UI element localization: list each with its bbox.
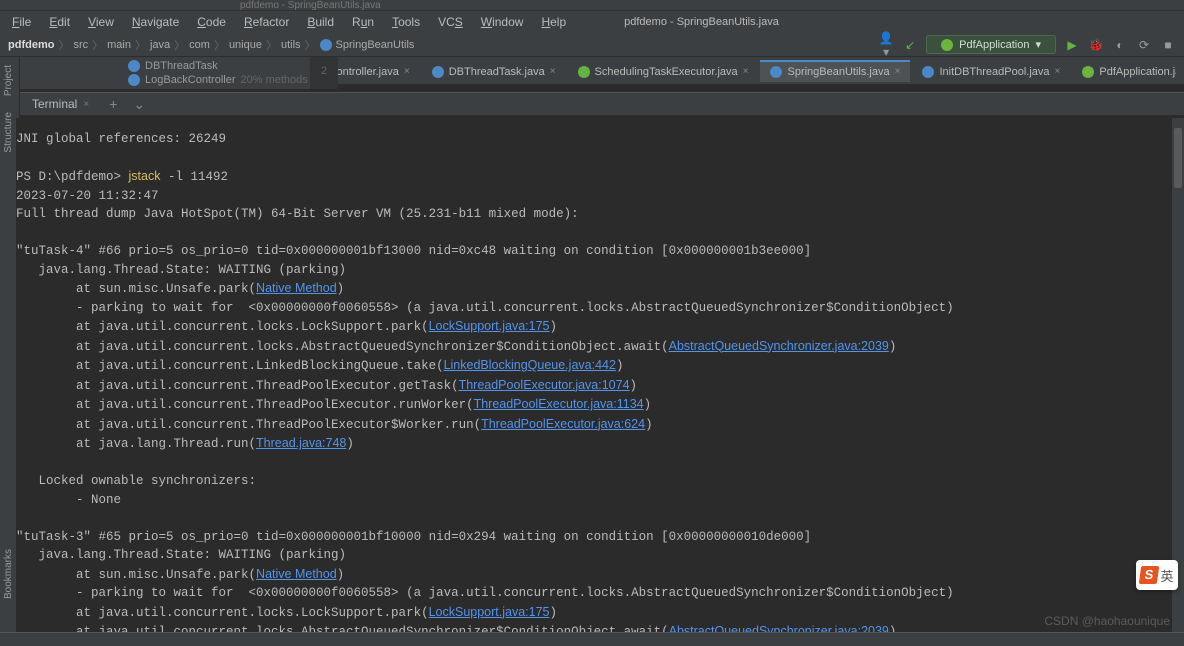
spring-icon	[941, 39, 953, 51]
project-tree[interactable]: DBThreadTask LogBackController 20% metho…	[20, 57, 320, 89]
close-icon[interactable]: ×	[1055, 66, 1061, 77]
file-icon	[432, 66, 444, 78]
chevron-down-icon: ▾	[1035, 38, 1041, 51]
crumb[interactable]: main	[107, 39, 131, 51]
crumb[interactable]: unique	[229, 39, 262, 51]
ime-lang: 英	[1160, 566, 1173, 585]
class-icon	[320, 39, 332, 51]
crumb[interactable]: utils	[281, 39, 301, 51]
crumb[interactable]: java	[150, 39, 170, 51]
file-icon	[770, 66, 782, 78]
stack-link[interactable]: ThreadPoolExecutor.java:624	[481, 417, 645, 431]
crumb[interactable]: SpringBeanUtils	[336, 39, 415, 51]
hammer-icon[interactable]: ↙	[902, 38, 918, 52]
menu-tools[interactable]: Tools	[384, 13, 428, 31]
menu-build[interactable]: Build	[299, 13, 342, 31]
coverage-icon[interactable]: ◐	[1112, 38, 1128, 52]
menu-context-title: pdfdemo - SpringBeanUtils.java	[616, 14, 787, 30]
run-icon[interactable]: ▶	[1064, 38, 1080, 52]
terminal-output[interactable]: JNI global references: 26249 PS D:\pdfde…	[16, 118, 1180, 632]
stack-link[interactable]: Thread.java:748	[256, 436, 346, 450]
run-config-label: PdfApplication	[959, 39, 1029, 51]
stack-link[interactable]: AbstractQueuedSynchronizer.java:2039	[669, 339, 889, 353]
profile-icon[interactable]: ⟳	[1136, 38, 1152, 52]
terminal-tab[interactable]: Terminal×	[20, 93, 101, 115]
menu-view[interactable]: View	[80, 13, 122, 31]
editor-tabs: LogBackController.java×DBThreadTask.java…	[259, 60, 1176, 82]
menu-edit[interactable]: Edit	[41, 13, 78, 31]
chevron-down-icon[interactable]: ⌄	[125, 96, 153, 113]
stop-icon[interactable]: ■	[1160, 38, 1176, 52]
menu-window[interactable]: Window	[473, 13, 532, 31]
crumb[interactable]: src	[73, 39, 88, 51]
menu-navigate[interactable]: Navigate	[124, 13, 187, 31]
scrollbar-thumb[interactable]	[1174, 128, 1182, 188]
tree-item[interactable]: DBThreadTask	[28, 59, 312, 73]
close-icon[interactable]: ×	[550, 66, 556, 77]
titlebar: pdfdemo - SpringBeanUtils.java	[0, 0, 1184, 11]
close-icon[interactable]: ×	[404, 66, 410, 77]
editor-gutter: 2	[310, 57, 338, 89]
stack-link[interactable]: ThreadPoolExecutor.java:1134	[474, 397, 644, 411]
close-icon[interactable]: ×	[895, 66, 901, 77]
class-icon	[128, 60, 140, 72]
close-icon[interactable]: ×	[83, 99, 89, 110]
file-icon	[578, 66, 590, 78]
stack-link[interactable]: ThreadPoolExecutor.java:1074	[459, 378, 630, 392]
breadcrumbs[interactable]: pdfdemo〉 src〉 main〉 java〉 com〉 unique〉 u…	[8, 37, 414, 53]
stack-link[interactable]: AbstractQueuedSynchronizer.java:2039	[669, 624, 889, 632]
menu-file[interactable]: File	[4, 13, 39, 31]
crumb[interactable]: pdfdemo	[8, 39, 54, 51]
class-icon	[128, 74, 140, 86]
sidebar-bookmarks[interactable]: Bookmarks	[0, 541, 17, 607]
watermark: CSDN @haohaounique	[1044, 614, 1170, 628]
user-icon[interactable]: 👤▾	[878, 31, 894, 59]
sidebar-structure[interactable]: Structure	[0, 104, 17, 161]
menu-help[interactable]: Help	[533, 13, 574, 31]
stack-link[interactable]: LinkedBlockingQueue.java:442	[444, 358, 616, 372]
sidebar-project[interactable]: Project	[0, 57, 17, 104]
close-icon[interactable]: ×	[743, 66, 749, 77]
menu-run[interactable]: Run	[344, 13, 382, 31]
crumb[interactable]: com	[189, 39, 210, 51]
file-icon	[1082, 66, 1094, 78]
stack-link[interactable]: Native Method	[256, 281, 337, 295]
window-title: pdfdemo - SpringBeanUtils.java	[240, 0, 381, 11]
editor-tab[interactable]: SpringBeanUtils.java×	[760, 60, 910, 82]
run-config-selector[interactable]: PdfApplication ▾	[926, 35, 1056, 54]
menu-vcs[interactable]: VCS	[430, 13, 471, 31]
stack-link[interactable]: LockSupport.java:175	[429, 605, 550, 619]
ime-indicator[interactable]: S 英	[1136, 560, 1178, 590]
editor-tab[interactable]: DBThreadTask.java×	[422, 60, 566, 82]
terminal-tabbar: Terminal× + ⌄	[20, 92, 1184, 116]
file-icon	[922, 66, 934, 78]
menu-code[interactable]: Code	[189, 13, 234, 31]
nav-right: 👤▾ ↙ PdfApplication ▾ ▶ 🐞 ◐ ⟳ ■	[878, 31, 1176, 59]
add-terminal-icon[interactable]: +	[101, 96, 125, 112]
stack-link[interactable]: LockSupport.java:175	[429, 319, 550, 333]
ime-logo: S	[1139, 566, 1160, 584]
stack-link[interactable]: Native Method	[256, 567, 337, 581]
navbar: pdfdemo〉 src〉 main〉 java〉 com〉 unique〉 u…	[0, 33, 1184, 57]
tree-item[interactable]: LogBackController 20% methods	[28, 73, 312, 87]
editor-tab[interactable]: InitDBThreadPool.java×	[912, 60, 1070, 82]
editor-tab[interactable]: PdfApplication.java×	[1072, 60, 1176, 82]
menu-refactor[interactable]: Refactor	[236, 13, 297, 31]
statusbar	[0, 632, 1184, 646]
scrollbar-vertical[interactable]	[1172, 118, 1184, 632]
editor-tab[interactable]: SchedulingTaskExecutor.java×	[568, 60, 759, 82]
debug-icon[interactable]: 🐞	[1088, 38, 1104, 52]
